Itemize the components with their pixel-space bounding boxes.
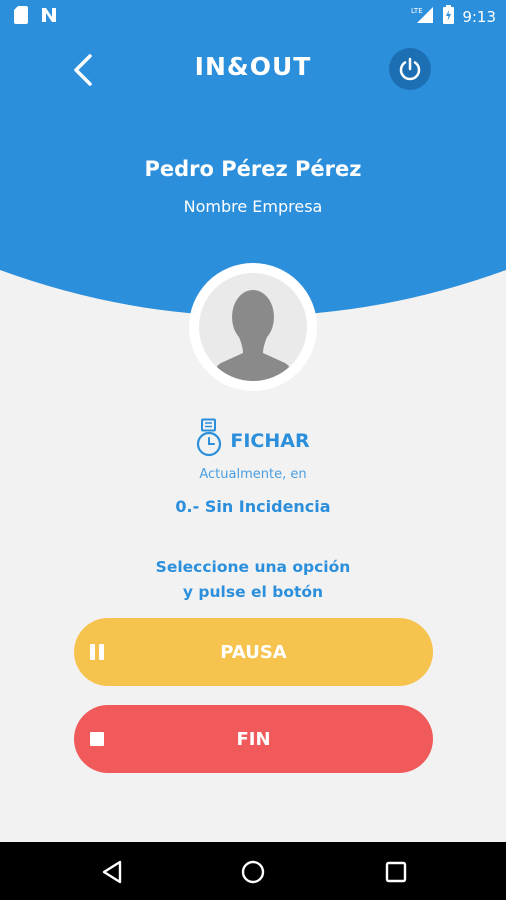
nav-recents-button[interactable] xyxy=(383,859,409,885)
stopwatch-badge-icon xyxy=(196,418,222,463)
instructions-line-1: Seleccione una opción xyxy=(155,558,351,576)
signal-icon: LTE xyxy=(411,6,435,28)
incidence-status: 0.- Sin Incidencia xyxy=(175,497,331,516)
n-notification-icon xyxy=(40,6,58,28)
end-button-label: FIN xyxy=(236,728,271,750)
person-silhouette-icon xyxy=(211,290,295,381)
pause-button[interactable]: PAUSA xyxy=(74,618,433,686)
pause-icon xyxy=(88,643,106,666)
fichar-label: FICHAR xyxy=(230,429,310,452)
nav-home-button[interactable] xyxy=(240,859,266,885)
battery-icon xyxy=(443,5,455,28)
status-time: 9:13 xyxy=(462,7,496,26)
back-triangle-icon xyxy=(102,860,122,884)
company-name: Nombre Empresa xyxy=(183,197,323,216)
power-button[interactable] xyxy=(389,48,431,90)
end-button[interactable]: FIN xyxy=(74,705,433,773)
avatar xyxy=(189,263,317,391)
nav-back-button[interactable] xyxy=(99,859,125,885)
home-circle-icon xyxy=(241,860,265,884)
status-left xyxy=(14,6,58,28)
user-name: Pedro Pérez Pérez xyxy=(144,157,362,181)
instructions-line-2: y pulse el botón xyxy=(182,583,324,601)
avatar-image xyxy=(199,273,307,381)
navigation-bar xyxy=(0,842,506,900)
power-icon xyxy=(399,57,421,81)
status-right: LTE 9:13 xyxy=(411,5,496,28)
sd-card-icon xyxy=(14,6,28,28)
recents-square-icon xyxy=(385,861,407,883)
fichar-title: FICHAR xyxy=(0,418,506,463)
pause-button-label: PAUSA xyxy=(220,641,287,663)
stop-icon xyxy=(88,730,106,753)
network-label: LTE xyxy=(411,7,423,15)
instructions: Seleccione una opción y pulse el botón xyxy=(0,555,506,605)
currently-label: Actualmente, en xyxy=(199,467,307,482)
status-bar: LTE 9:13 xyxy=(0,0,506,32)
